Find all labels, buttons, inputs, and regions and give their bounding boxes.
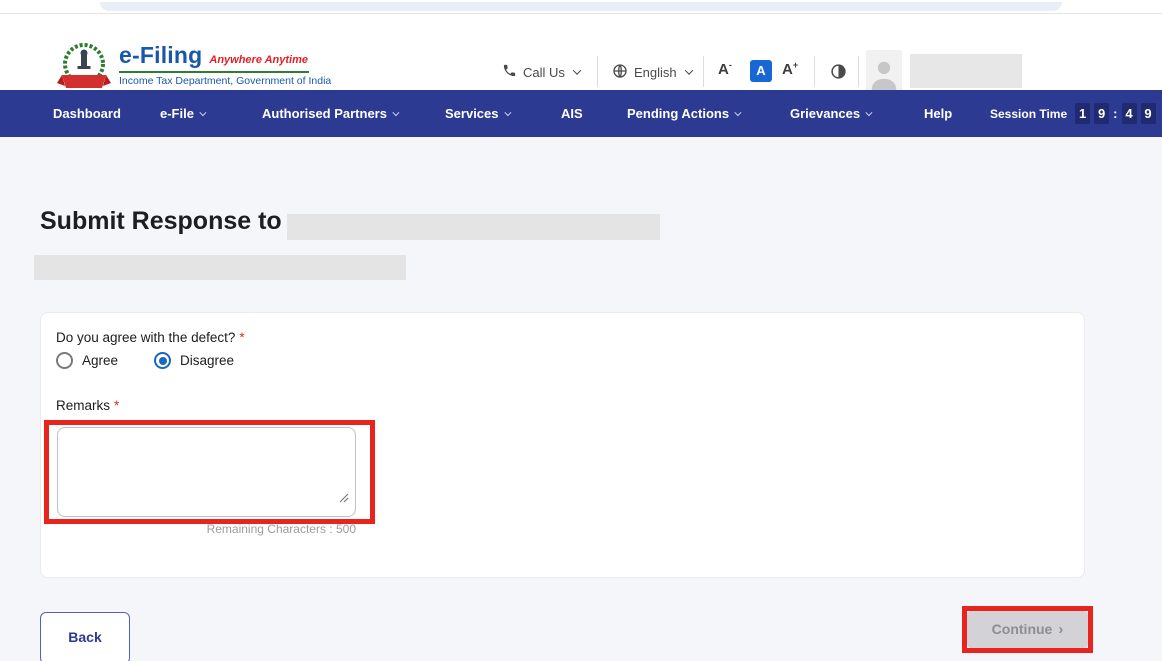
defect-radio-group: Agree Disagree — [56, 352, 234, 369]
nav-ais[interactable]: AIS — [561, 90, 583, 137]
page-title: Submit Response to — [40, 207, 282, 236]
main-nav: Dashboard e-File Authorised Partners Ser… — [0, 90, 1162, 137]
nav-dashboard[interactable]: Dashboard — [53, 90, 121, 137]
radio-agree-label: Agree — [82, 353, 118, 368]
phone-icon — [502, 63, 517, 81]
required-asterisk: * — [114, 398, 119, 413]
brand-name: e-Filing — [119, 42, 202, 69]
call-us-label: Call Us — [523, 65, 565, 80]
required-asterisk: * — [239, 330, 244, 345]
brand-text-block: e-Filing Anywhere Anytime Income Tax Dep… — [119, 39, 331, 87]
session-digit: 9 — [1141, 103, 1156, 124]
user-avatar[interactable] — [866, 50, 902, 90]
radio-unchecked-icon[interactable] — [56, 352, 73, 369]
chevron-down-icon — [392, 109, 399, 116]
nav-help[interactable]: Help — [924, 90, 952, 137]
nav-efile[interactable]: e-File — [160, 90, 204, 137]
header-divider — [703, 56, 704, 87]
efiling-portal-page: e-Filing Anywhere Anytime Income Tax Dep… — [0, 0, 1162, 661]
defect-question-label: Do you agree with the defect?* — [56, 330, 245, 345]
language-label: English — [634, 65, 677, 80]
globe-icon — [612, 63, 628, 82]
session-digit: 4 — [1122, 103, 1137, 124]
remarks-label: Remarks* — [56, 398, 119, 413]
chevron-down-icon — [199, 109, 206, 116]
browser-top-strip — [100, 2, 1062, 11]
remarks-field-wrap — [57, 427, 356, 517]
header: e-Filing Anywhere Anytime Income Tax Dep… — [0, 14, 1162, 90]
language-menu[interactable]: English — [612, 60, 692, 84]
brand-tagline: Anywhere Anytime — [209, 54, 308, 66]
radio-agree[interactable]: Agree — [56, 352, 118, 369]
remarks-textarea[interactable] — [57, 427, 356, 517]
font-decrease-button[interactable]: A- — [718, 60, 732, 78]
call-us-menu[interactable]: Call Us — [502, 60, 580, 84]
nav-grievances[interactable]: Grievances — [790, 90, 870, 137]
subtitle-redacted — [34, 255, 406, 280]
remaining-characters: Remaining Characters : 500 — [57, 522, 356, 536]
session-timer: Session Time 1 9 : 4 9 — [990, 90, 1156, 137]
chevron-down-icon — [504, 109, 511, 116]
header-divider — [814, 56, 815, 87]
nav-authorised-partners[interactable]: Authorised Partners — [262, 90, 397, 137]
chevron-down-icon — [865, 109, 872, 116]
logo-green-rule — [119, 71, 309, 73]
radio-checked-icon[interactable] — [154, 352, 171, 369]
font-increase-button[interactable]: A+ — [782, 60, 798, 78]
org-name: Income Tax Department, Government of Ind… — [119, 75, 331, 87]
font-normal-button[interactable]: A — [750, 60, 772, 82]
title-redacted — [287, 214, 660, 240]
header-divider — [858, 56, 859, 87]
continue-button[interactable]: Continue› — [967, 611, 1088, 648]
chevron-down-icon — [573, 66, 581, 74]
header-divider — [597, 56, 598, 87]
chevron-down-icon — [734, 109, 741, 116]
chevron-right-icon: › — [1058, 621, 1063, 638]
session-digit: 1 — [1075, 103, 1090, 124]
chevron-down-icon — [684, 66, 692, 74]
session-digit: 9 — [1094, 103, 1109, 124]
nav-pending-actions[interactable]: Pending Actions — [627, 90, 739, 137]
session-time-label: Session Time — [990, 107, 1067, 121]
user-name-redacted — [910, 54, 1022, 88]
contrast-toggle-icon[interactable] — [830, 63, 847, 85]
nav-services[interactable]: Services — [445, 90, 509, 137]
back-button[interactable]: Back — [40, 612, 130, 661]
radio-disagree-label: Disagree — [180, 353, 234, 368]
radio-disagree[interactable]: Disagree — [154, 352, 234, 369]
session-colon: : — [1113, 106, 1117, 121]
